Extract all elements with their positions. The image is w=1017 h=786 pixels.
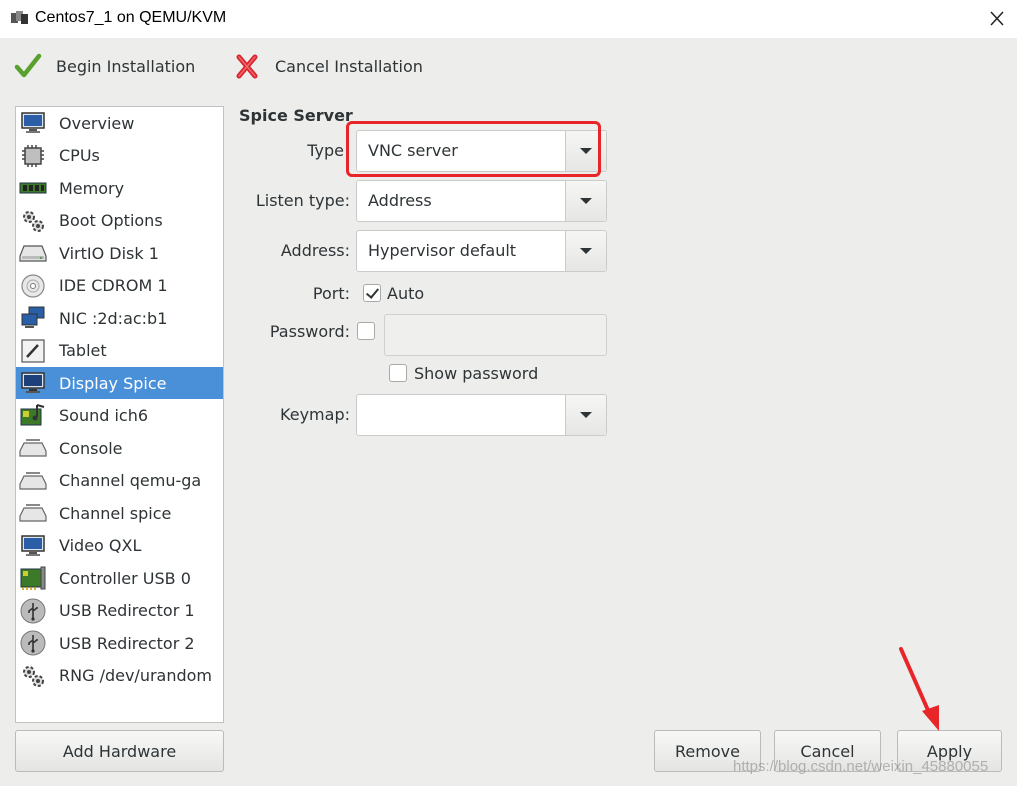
- serial-icon: [19, 467, 47, 495]
- sidebar-item-label: IDE CDROM 1: [59, 276, 168, 295]
- listen-type-value: Address: [368, 191, 432, 210]
- sidebar-item-label: Controller USB 0: [59, 568, 191, 588]
- cdrom-icon: [19, 272, 47, 300]
- add-hardware-button[interactable]: Add Hardware: [15, 730, 224, 772]
- show-password-checkbox[interactable]: [389, 364, 407, 382]
- sidebar-item-console[interactable]: Console: [16, 432, 223, 464]
- sidebar-item-label: Console: [59, 438, 123, 458]
- sidebar-item-label: USB Redirector 2: [59, 633, 195, 653]
- address-combo[interactable]: Hypervisor default: [356, 230, 607, 272]
- toolbar: Begin Installation Cancel Installation: [0, 38, 1017, 94]
- sidebar-item-sound[interactable]: Sound ich6: [16, 400, 223, 432]
- sidebar-item-label: Overview: [59, 113, 135, 133]
- sidebar-item-ide-cdrom[interactable]: IDE CDROM 1: [16, 270, 223, 302]
- monitor-icon: [19, 109, 47, 137]
- cancel-installation-label: Cancel Installation: [275, 56, 423, 76]
- sidebar-item-boot-options[interactable]: Boot Options: [16, 205, 223, 237]
- sidebar-item-label: Channel qemu-ga: [59, 471, 202, 490]
- sidebar-item-label: USB Redirector 1: [59, 601, 195, 620]
- type-combo[interactable]: VNC server: [356, 130, 607, 172]
- sidebar-item-display-spice[interactable]: Display Spice: [16, 367, 223, 399]
- sidebar-item-cpus[interactable]: CPUs: [16, 140, 223, 172]
- disk-icon: [19, 239, 47, 267]
- sidebar-item-label: NIC :2d:ac:b1: [59, 308, 168, 328]
- sidebar-item-label: Memory: [59, 178, 125, 198]
- network-icon: [19, 304, 47, 332]
- sidebar-item-label: VirtIO Disk 1: [59, 243, 159, 263]
- hardware-list: Overview CPUs Memory Boot Options VirtIO…: [15, 106, 224, 723]
- chevron-down-icon[interactable]: [565, 181, 606, 221]
- sidebar-item-memory[interactable]: Memory: [16, 172, 223, 204]
- password-checkbox[interactable]: [357, 322, 375, 340]
- port-auto-label: Auto: [387, 284, 425, 303]
- sidebar-item-virtio-disk[interactable]: VirtIO Disk 1: [16, 237, 223, 269]
- sidebar-item-label: Boot Options: [59, 211, 163, 230]
- chevron-down-icon[interactable]: [565, 131, 606, 171]
- checkmark-icon: [14, 53, 42, 78]
- sidebar-item-tablet[interactable]: Tablet: [16, 335, 223, 367]
- port-auto-checkbox[interactable]: [363, 284, 381, 302]
- sound-card-icon: [19, 402, 47, 430]
- address-value: Hypervisor default: [368, 241, 517, 260]
- password-field[interactable]: [384, 314, 607, 356]
- virt-manager-icon: [11, 11, 28, 24]
- port-label: Port:: [312, 284, 350, 303]
- begin-installation-label: Begin Installation: [56, 56, 196, 76]
- keymap-label: Keymap:: [280, 405, 350, 424]
- sidebar-item-usb-redirector-1[interactable]: USB Redirector 1: [16, 595, 223, 627]
- begin-installation-button[interactable]: Begin Installation: [14, 50, 195, 82]
- sidebar-item-label: Tablet: [59, 341, 107, 360]
- sidebar-item-channel-qemu-ga[interactable]: Channel qemu-ga: [16, 465, 223, 497]
- usb-icon: [19, 597, 47, 625]
- sidebar-item-label: Display Spice: [59, 373, 167, 393]
- monitor-icon: [19, 532, 47, 560]
- keymap-combo[interactable]: [356, 394, 607, 436]
- usb-icon: [19, 629, 47, 657]
- listen-type-label: Listen type:: [255, 191, 350, 210]
- tablet-icon: [19, 337, 47, 365]
- sidebar-item-overview[interactable]: Overview: [16, 107, 223, 139]
- watermark: https://blog.csdn.net/weixin_45880055: [733, 758, 989, 775]
- gears-icon: [19, 207, 47, 235]
- annotation-arrow: [899, 647, 939, 731]
- serial-icon: [19, 499, 47, 527]
- window-title: Centos7_1 on QEMU/KVM: [35, 9, 227, 26]
- sidebar-item-rng[interactable]: RNG /dev/urandom: [16, 660, 223, 692]
- chevron-down-icon[interactable]: [565, 231, 606, 271]
- type-value: VNC server: [368, 141, 458, 160]
- sidebar-item-label: RNG /dev/urandom: [59, 666, 213, 685]
- listen-type-combo[interactable]: Address: [356, 180, 607, 222]
- sidebar-item-video-qxl[interactable]: Video QXL: [16, 530, 223, 562]
- show-password-label: Show password: [414, 364, 539, 383]
- cpu-icon: [19, 142, 47, 170]
- sidebar-item-label: Channel spice: [59, 503, 172, 523]
- display-icon: [19, 369, 47, 397]
- red-x-icon: [236, 54, 258, 79]
- sidebar-item-channel-spice[interactable]: Channel spice: [16, 497, 223, 529]
- sidebar-item-usb-redirector-2[interactable]: USB Redirector 2: [16, 627, 223, 659]
- section-title: Spice Server: [239, 106, 353, 125]
- cancel-installation-button[interactable]: Cancel Installation: [233, 50, 423, 82]
- gears-icon: [19, 662, 47, 690]
- address-label: Address:: [280, 241, 350, 260]
- sidebar-item-label: Sound ich6: [59, 406, 149, 425]
- sidebar-item-controller-usb[interactable]: Controller USB 0: [16, 562, 223, 594]
- controller-card-icon: [19, 564, 47, 592]
- sidebar-item-label: CPUs: [59, 146, 100, 165]
- serial-icon: [19, 434, 47, 462]
- title-bar: Centos7_1 on QEMU/KVM: [0, 0, 1017, 38]
- sidebar-item-label: Video QXL: [59, 536, 142, 555]
- memory-icon: [19, 174, 47, 202]
- type-label: Type: [307, 141, 344, 160]
- chevron-down-icon[interactable]: [565, 395, 606, 435]
- sidebar-item-nic[interactable]: NIC :2d:ac:b1: [16, 302, 223, 334]
- password-label: Password:: [269, 322, 350, 341]
- close-icon[interactable]: [985, 8, 1009, 30]
